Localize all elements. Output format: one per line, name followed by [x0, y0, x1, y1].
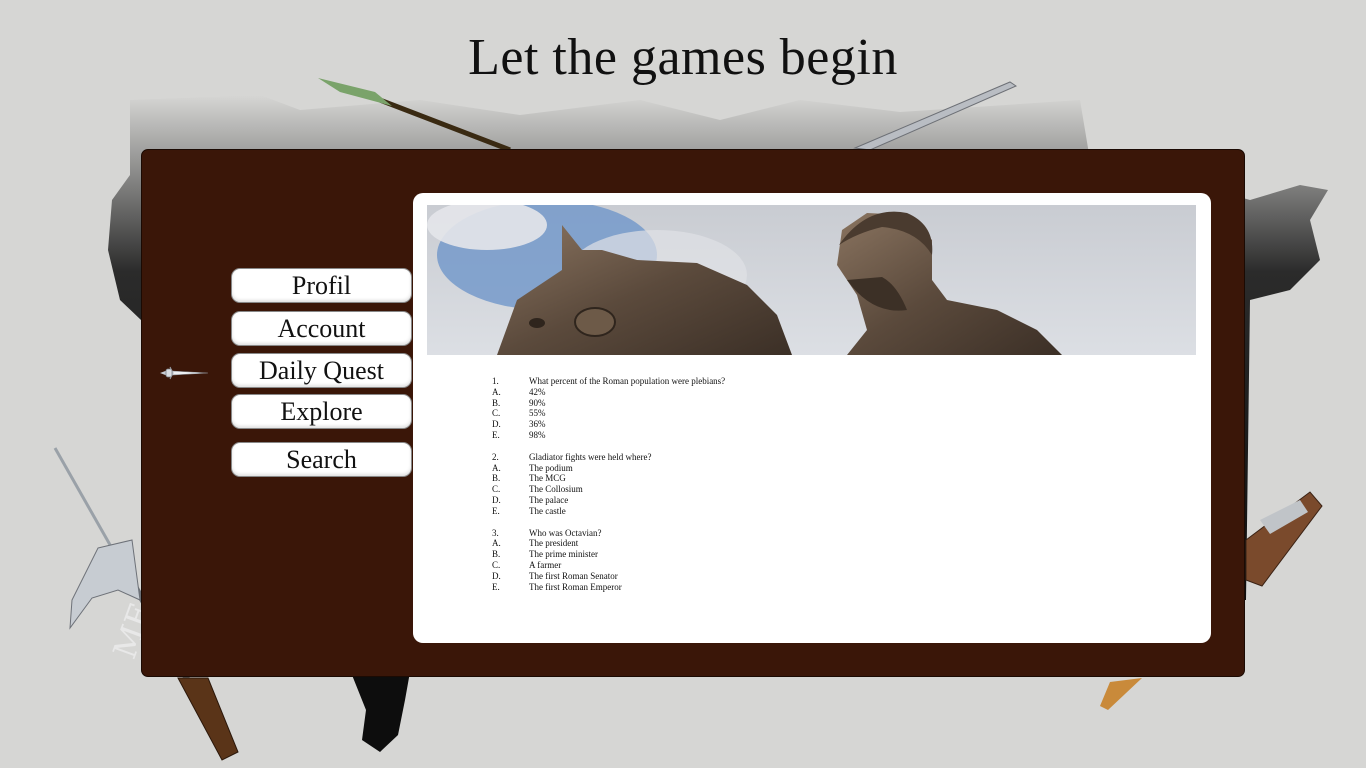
option-letter: B.	[492, 549, 501, 560]
answer-option[interactable]: E. The castle	[492, 506, 725, 517]
option-text: 42%	[529, 386, 546, 397]
answer-option[interactable]: D. The palace	[492, 495, 725, 506]
nav-daily-quest-button[interactable]: Daily Quest	[231, 353, 412, 388]
option-letter: A.	[492, 462, 501, 473]
option-text: The MCG	[529, 473, 566, 484]
question-text: What percent of the Roman population wer…	[529, 376, 726, 386]
question-number: 3.	[492, 527, 499, 538]
answer-option[interactable]: C. The Collosium	[492, 484, 725, 495]
answer-option[interactable]: C. 55%	[492, 408, 725, 419]
quiz-question-3: 3. Who was Octavian? A. The president B. T…	[492, 528, 725, 593]
option-text: The castle	[529, 505, 566, 516]
quiz-question-1: 1. What percent of the Roman population …	[492, 376, 725, 441]
answer-option[interactable]: D. The first Roman Senator	[492, 571, 725, 582]
question-row: 2. Gladiator fights were held where?	[492, 452, 725, 463]
option-text: A farmer	[529, 559, 562, 570]
option-letter: D.	[492, 419, 501, 430]
option-text: The first Roman Emperor	[529, 581, 622, 592]
answer-option[interactable]: B. 90%	[492, 398, 725, 409]
answer-option[interactable]: B. The prime minister	[492, 549, 725, 560]
nav-explore-button[interactable]: Explore	[231, 394, 412, 429]
question-number: 2.	[492, 451, 499, 462]
page-title: Let the games begin	[468, 29, 898, 86]
question-text: Who was Octavian?	[529, 527, 602, 538]
option-text: The podium	[529, 462, 573, 473]
option-letter: A.	[492, 386, 501, 397]
statue-banner-image	[427, 205, 1196, 355]
answer-option[interactable]: B. The MCG	[492, 473, 725, 484]
question-text: Gladiator fights were held where?	[529, 451, 652, 462]
answer-option[interactable]: A. The podium	[492, 463, 725, 474]
option-letter: B.	[492, 473, 501, 484]
quiz-question-2: 2. Gladiator fights were held where? A. T…	[492, 452, 725, 517]
nav-account-button[interactable]: Account	[231, 311, 412, 346]
option-letter: B.	[492, 397, 501, 408]
answer-option[interactable]: A. The president	[492, 538, 725, 549]
option-letter: C.	[492, 408, 501, 419]
option-letter: A.	[492, 538, 501, 549]
nav-search-button[interactable]: Search	[231, 442, 412, 477]
option-text: The palace	[529, 494, 569, 505]
option-letter: C.	[492, 559, 501, 570]
option-text: 55%	[529, 408, 546, 419]
option-letter: E.	[492, 505, 500, 516]
answer-option[interactable]: D. 36%	[492, 419, 725, 430]
dagger-icon	[160, 366, 209, 380]
option-text: 36%	[529, 419, 546, 430]
content-card: 1. What percent of the Roman population …	[413, 193, 1211, 643]
option-text: 90%	[529, 397, 546, 408]
answer-option[interactable]: C. A farmer	[492, 560, 725, 571]
option-letter: C.	[492, 484, 501, 495]
option-letter: E.	[492, 581, 500, 592]
answer-option[interactable]: E. 98%	[492, 430, 725, 441]
answer-option[interactable]: E. The first Roman Emperor	[492, 582, 725, 593]
option-letter: E.	[492, 429, 500, 440]
quiz-list: 1. What percent of the Roman population …	[492, 376, 725, 603]
nav-profil-button[interactable]: Profil	[231, 268, 412, 303]
option-text: The president	[529, 538, 579, 549]
option-text: The first Roman Senator	[529, 570, 618, 581]
question-row: 3. Who was Octavian?	[492, 528, 725, 539]
option-letter: D.	[492, 570, 501, 581]
option-text: 98%	[529, 429, 546, 440]
answer-option[interactable]: A. 42%	[492, 387, 725, 398]
option-text: The prime minister	[529, 549, 598, 560]
question-number: 1.	[492, 376, 499, 386]
option-text: The Collosium	[529, 484, 583, 495]
question-row: 1. What percent of the Roman population …	[492, 376, 725, 387]
option-letter: D.	[492, 494, 501, 505]
